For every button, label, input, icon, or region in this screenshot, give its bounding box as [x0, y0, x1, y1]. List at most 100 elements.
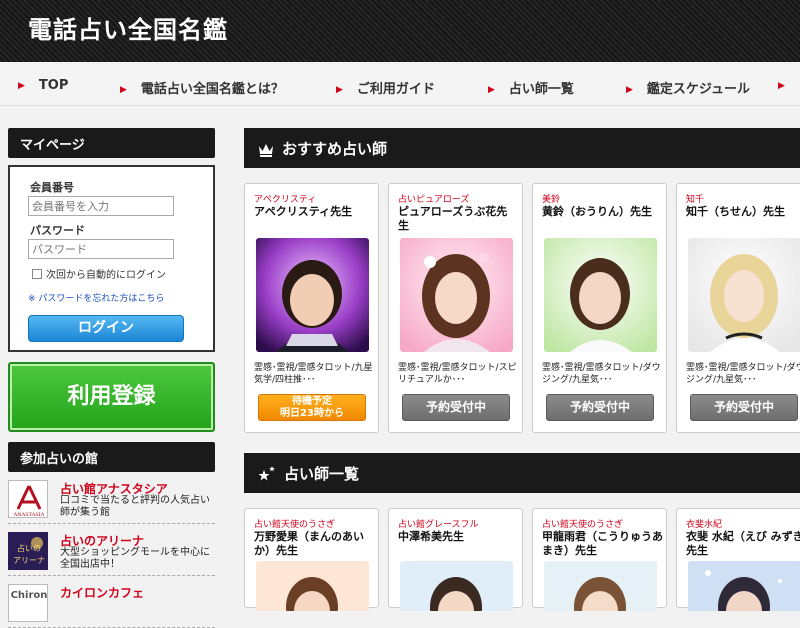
arena-logo-icon: 占いの アリーナ	[13, 537, 45, 565]
house-description: 口コミで当たると評判の人気占い師が集う館	[60, 495, 210, 518]
teller-photo[interactable]	[256, 561, 369, 611]
nav-item-guide[interactable]: ▶ ご利用ガイド	[336, 78, 435, 97]
teller-portrait-icon	[400, 238, 513, 352]
house-item[interactable]: 占いの アリーナ 占いのアリーナ 大型ショッピングモールを中心に全国出店中！	[8, 530, 215, 576]
house-description: 大型ショッピングモールを中心に全国出店中！	[60, 547, 210, 570]
fortune-teller-card[interactable]: 知千 知千（ちせん）先生 霊感･霊視/霊感タロット/ダウジング/九星気･･･ 予…	[676, 183, 800, 433]
teller-portrait-icon	[400, 561, 513, 611]
houses-heading: 参加占いの館	[8, 442, 215, 472]
card-teller-name[interactable]: 甲龍雨君（こうりゅうあまき）先生	[542, 530, 666, 558]
member-number-label: 会員番号	[30, 181, 74, 194]
fortune-list-heading: 占い師一覧	[244, 453, 800, 493]
global-nav: ▶ TOP ▶ 電話占い全国名鑑とは？ ▶ ご利用ガイド ▶ 占い師一覧 ▶ 鑑定スケジュ…	[0, 66, 800, 106]
house-item[interactable]: ANASTASIA 占い館アナスタシア 口コミで当たると評判の人気占い師が集う館	[8, 478, 215, 524]
card-house-name: 占い館グレースフル	[398, 520, 479, 530]
recommended-title: おすすめ占い師	[282, 140, 388, 158]
house-name[interactable]: カイロンカフェ	[60, 584, 144, 601]
teller-photo[interactable]	[256, 238, 369, 352]
teller-portrait-icon	[256, 238, 369, 352]
svg-text:Chiron: Chiron	[11, 590, 48, 601]
nav-arrow-icon: ▶	[18, 81, 25, 91]
card-house-name: 占いピュアローズ	[398, 195, 470, 205]
fortune-teller-card[interactable]: 占い館天使のうさぎ 甲龍雨君（こうりゅうあまき）先生	[532, 508, 667, 611]
card-house-name: 美鈴	[542, 195, 561, 205]
card-teller-name[interactable]: 知千（ちせん）先生	[686, 205, 800, 219]
teller-photo[interactable]	[544, 561, 657, 611]
auto-login-checkbox[interactable]	[32, 268, 42, 279]
status-line-2: 明日23時から	[280, 408, 344, 419]
nav-arrow-icon: ▶	[488, 85, 495, 95]
teller-photo[interactable]	[400, 238, 513, 352]
site-title[interactable]: 電話占い全国名鑑	[28, 10, 228, 45]
fortune-teller-card[interactable]: 占い館天使のうさぎ 万野愛果（まんのあいか）先生	[244, 508, 379, 611]
nav-item-top[interactable]: ▶ TOP	[18, 78, 68, 93]
status-button[interactable]: 待機予定 明日23時から	[258, 394, 366, 421]
nav-arrow-icon: ▶	[626, 85, 633, 95]
reservation-button[interactable]: 予約受付中	[402, 394, 510, 421]
nav-arrow-icon: ▶	[336, 85, 343, 95]
chiron-logo-icon: Chiron	[11, 590, 48, 601]
teller-photo[interactable]	[400, 561, 513, 611]
svg-text:ANASTASIA: ANASTASIA	[13, 512, 45, 518]
house-item[interactable]: Chiron カイロンカフェ	[8, 582, 215, 628]
chiron-logo: Chiron	[8, 584, 48, 622]
teller-portrait-icon	[544, 561, 657, 611]
teller-portrait-icon	[544, 238, 657, 352]
recommended-heading: おすすめ占い師	[244, 128, 800, 168]
card-teller-name[interactable]: アペクリスティ先生	[254, 205, 374, 219]
nav-arrow-icon: ▶	[778, 81, 785, 91]
auto-login-label: 次回から自動的にログイン	[46, 270, 166, 281]
card-house-name: 占い館天使のうさぎ	[542, 520, 624, 530]
card-house-name: 知千	[686, 195, 705, 205]
teller-portrait-icon	[688, 561, 800, 611]
status-line-1: 待機予定	[292, 396, 332, 407]
nav-item-schedule[interactable]: ▶ 鑑定スケジュール	[626, 78, 750, 97]
teller-photo[interactable]	[688, 238, 800, 352]
teller-photo[interactable]	[544, 238, 657, 352]
register-button[interactable]: 利用登録	[8, 362, 215, 432]
forgot-password-link[interactable]: ※ パスワードを忘れた方はこちら	[28, 291, 164, 304]
anastasia-logo-icon: ANASTASIA	[13, 485, 45, 518]
teller-portrait-icon	[688, 238, 800, 352]
nav-arrow-icon: ▶	[120, 85, 127, 95]
card-specialties: 霊感･霊視/霊感タロット/ダウジング/九星気･･･	[542, 363, 661, 385]
login-panel: 会員番号 パスワード 次回から自動的にログイン ※ パスワードを忘れた方はこちら…	[8, 165, 215, 352]
card-house-name: 占い館天使のうさぎ	[254, 520, 336, 530]
anastasia-logo: ANASTASIA	[8, 480, 48, 518]
nav-item-about[interactable]: ▶ 電話占い全国名鑑とは？	[120, 78, 284, 97]
svg-text:アリーナ: アリーナ	[13, 556, 45, 565]
card-teller-name[interactable]: 中澤希美先生	[398, 530, 522, 544]
teller-portrait-icon	[256, 561, 369, 611]
card-teller-name[interactable]: ピュアローズうぶ花先生	[398, 205, 518, 233]
fortune-teller-card[interactable]: 占いピュアローズ ピュアローズうぶ花先生 霊感･霊視/霊感タロット/スピリチュア…	[388, 183, 523, 433]
reservation-button[interactable]: 予約受付中	[690, 394, 798, 421]
site-header: 電話占い全国名鑑	[0, 0, 800, 62]
password-label: パスワード	[30, 224, 85, 237]
mypage-heading: マイページ	[8, 128, 215, 158]
card-teller-name[interactable]: 黄鈴（おうりん）先生	[542, 205, 662, 219]
fortune-teller-card[interactable]: 衣斐水紀 衣斐 水紀（えび みずき）先生	[676, 508, 800, 611]
crown-icon	[258, 143, 274, 161]
fortune-list-title: 占い師一覧	[284, 465, 360, 483]
teller-photo[interactable]	[688, 561, 800, 611]
card-house-name: 衣斐水紀	[686, 520, 723, 530]
nav-item-list[interactable]: ▶ 占い師一覧	[488, 78, 574, 97]
card-specialties: 霊感･霊視/霊感タロット/ダウジング/九星気･･･	[686, 363, 800, 385]
nav-item-more[interactable]: ▶	[778, 78, 799, 93]
stars-icon	[258, 466, 276, 486]
login-button[interactable]: ログイン	[28, 315, 184, 342]
auto-login-row[interactable]: 次回から自動的にログイン	[32, 266, 166, 281]
card-teller-name[interactable]: 万野愛果（まんのあいか）先生	[254, 530, 378, 558]
fortune-teller-card[interactable]: アペクリスティ アペクリスティ先生 霊感･霊視/霊感タロット/九星気学/四柱推･…	[244, 183, 379, 433]
fortune-teller-card[interactable]: 美鈴 黄鈴（おうりん）先生 霊感･霊視/霊感タロット/ダウジング/九星気･･･ …	[532, 183, 667, 433]
fortune-teller-card[interactable]: 占い館グレースフル 中澤希美先生	[388, 508, 523, 611]
card-specialties: 霊感･霊視/霊感タロット/九星気学/四柱推･･･	[254, 363, 373, 385]
svg-text:占いの: 占いの	[17, 543, 41, 553]
member-number-input[interactable]	[28, 196, 174, 216]
card-house-name: アペクリスティ	[254, 195, 317, 205]
card-teller-name[interactable]: 衣斐 水紀（えび みずき）先生	[686, 530, 800, 558]
arena-logo: 占いの アリーナ	[8, 532, 48, 570]
reservation-button[interactable]: 予約受付中	[546, 394, 654, 421]
card-specialties: 霊感･霊視/霊感タロット/スピリチュアルか･･･	[398, 363, 517, 385]
password-input[interactable]	[28, 239, 174, 259]
